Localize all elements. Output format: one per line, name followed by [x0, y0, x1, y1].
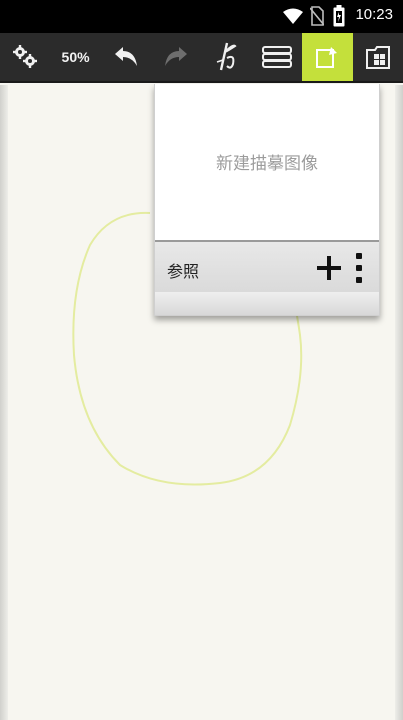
brush-icon [216, 42, 237, 71]
undo-icon [114, 47, 137, 66]
layers-icon [262, 46, 293, 68]
popup-footer [155, 292, 379, 315]
new-layer-button[interactable] [302, 33, 353, 81]
new-layer-icon [316, 47, 338, 68]
wifi-icon [283, 8, 303, 24]
settings-button[interactable] [0, 33, 50, 81]
reference-bar: 参照 [155, 240, 379, 292]
status-bar: 10:23 [0, 0, 403, 33]
settings-icon [13, 45, 38, 68]
redo-button[interactable] [151, 33, 201, 81]
clock: 10:23 [355, 6, 393, 23]
layers-button[interactable] [252, 33, 302, 81]
undo-button[interactable] [101, 33, 151, 81]
gallery-icon [365, 46, 390, 69]
zoom-level: 50% [61, 49, 90, 65]
redo-icon [165, 47, 188, 66]
more-options-icon[interactable] [351, 252, 367, 284]
brush-button[interactable] [202, 33, 252, 81]
zoom-button[interactable]: 50% [50, 33, 100, 81]
layer-popup: 新建描摹图像 参照 [154, 84, 380, 316]
add-reference-icon[interactable] [315, 254, 343, 282]
reference-label: 参照 [167, 262, 200, 281]
battery-icon [333, 5, 345, 27]
gallery-button[interactable] [353, 33, 403, 81]
new-trace-image-label: 新建描摹图像 [216, 154, 318, 174]
no-sim-icon [310, 6, 324, 26]
new-trace-image-button[interactable]: 新建描摹图像 [155, 84, 379, 239]
toolbar: 50% [0, 33, 403, 83]
